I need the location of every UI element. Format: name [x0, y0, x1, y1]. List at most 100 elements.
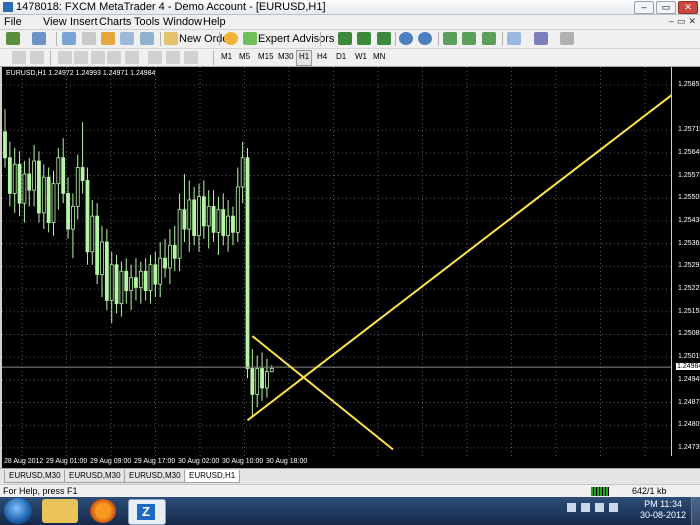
candle-body: [90, 215, 95, 253]
timeframe-mn[interactable]: MN: [371, 50, 387, 64]
window-title-bar[interactable]: 1478018: FXCM MetaTrader 4 - Demo Accoun…: [0, 0, 700, 15]
tray-volume-icon[interactable]: [609, 503, 618, 512]
menu-view[interactable]: View: [43, 16, 67, 28]
line-chart-icon[interactable]: [377, 32, 391, 45]
show-desktop-button[interactable]: [691, 497, 700, 525]
tile-windows-icon[interactable]: [443, 32, 457, 45]
trendline-icon[interactable]: [91, 51, 105, 64]
indicators-icon[interactable]: [507, 32, 521, 45]
tray-flag-icon[interactable]: [581, 503, 590, 512]
timeframe-m15[interactable]: M15: [256, 50, 276, 64]
text-icon[interactable]: [148, 51, 162, 64]
timeframe-m1[interactable]: M1: [219, 50, 234, 64]
timeframe-w1[interactable]: W1: [353, 50, 369, 64]
candle-body: [124, 270, 129, 292]
candle-body: [260, 368, 264, 389]
menu-file[interactable]: File: [4, 16, 22, 28]
candle-body: [61, 157, 66, 194]
tab-eurusd-h1[interactable]: EURUSD,H1: [184, 470, 241, 483]
zoom-in-icon[interactable]: [399, 32, 413, 45]
close-button[interactable]: ✕: [678, 1, 698, 14]
taskbar: Z PM 11:34 30-08-2012: [0, 497, 700, 525]
minimize-button[interactable]: –: [634, 1, 654, 14]
timeframe-m5[interactable]: M5: [237, 50, 252, 64]
candle-body: [158, 257, 163, 285]
text-label-icon[interactable]: [166, 51, 180, 64]
candle-body: [109, 264, 114, 301]
auto-scroll-icon[interactable]: [482, 32, 496, 45]
price-tick-label: 1.25575: [678, 171, 700, 179]
navigator-icon[interactable]: [101, 32, 115, 45]
expert-advisors-icon[interactable]: [243, 32, 257, 45]
new-order-icon[interactable]: [164, 32, 178, 45]
expert-advisors-button[interactable]: Expert Advisors: [258, 32, 334, 46]
doc-close-icon[interactable]: ✕: [688, 16, 696, 27]
timeframe-m30[interactable]: M30: [276, 50, 296, 64]
clock-time: PM 11:34: [644, 499, 682, 509]
price-tick-label: 1.24805: [678, 421, 700, 429]
candle-body: [46, 176, 51, 224]
timeframe-h1[interactable]: H1: [296, 50, 313, 66]
time-tick-label: 29 Aug 01:00: [46, 458, 88, 465]
menu-help[interactable]: Help: [203, 16, 226, 28]
candle-body: [269, 368, 274, 373]
crosshair-icon[interactable]: [30, 51, 44, 64]
templates-icon[interactable]: [560, 32, 574, 45]
timeframe-d1[interactable]: D1: [334, 50, 348, 64]
time-tick-label: 30 Aug 02:00: [178, 458, 220, 465]
price-tick-label: 1.25295: [678, 262, 700, 270]
new-chart-icon[interactable]: [6, 32, 20, 45]
doc-minimize-icon[interactable]: –: [669, 16, 674, 27]
price-axis: 1.25855 1.25715 1.25645 1.25575 1.25505 1.254…: [671, 67, 700, 456]
market-watch-icon[interactable]: [62, 32, 76, 45]
candle-body: [80, 167, 85, 181]
chart-ohlc-header: EURUSD,H1 1.24972 1.24993 1.24971 1.2498…: [6, 70, 156, 77]
bar-chart-icon[interactable]: [338, 32, 352, 45]
fibonacci-icon[interactable]: [125, 51, 139, 64]
status-bar: For Help, press F1 642/1 kb: [0, 484, 700, 498]
profiles-icon[interactable]: [32, 32, 46, 45]
menu-window[interactable]: Window: [163, 16, 202, 28]
candle-body: [240, 157, 245, 188]
candlestick-plot[interactable]: [2, 67, 671, 456]
strategy-tester-icon[interactable]: [140, 32, 154, 45]
tray-arrow-icon[interactable]: [567, 503, 576, 512]
firefox-taskbar-icon[interactable]: [90, 499, 116, 523]
vertical-line-icon[interactable]: [58, 51, 72, 64]
candle-body: [3, 131, 7, 159]
price-tick-label: 1.24735: [678, 443, 700, 451]
maximize-button[interactable]: ▭: [656, 1, 676, 14]
candle-body: [250, 368, 255, 395]
timeframe-h4[interactable]: H4: [315, 50, 329, 64]
standard-toolbar: New Order Expert Advisors: [0, 30, 700, 49]
periods-icon[interactable]: [534, 32, 548, 45]
price-tick-label: 1.25225: [678, 285, 700, 293]
explorer-taskbar-icon[interactable]: [42, 499, 78, 523]
time-tick-label: 29 Aug 17:00: [134, 458, 176, 465]
chart-shift-icon[interactable]: [462, 32, 476, 45]
metatrader-taskbar-icon[interactable]: Z: [128, 499, 166, 525]
menu-tools[interactable]: Tools: [134, 16, 160, 28]
taskbar-clock[interactable]: PM 11:34 30-08-2012: [640, 499, 686, 521]
start-button[interactable]: [4, 498, 32, 524]
terminal-icon[interactable]: [120, 32, 134, 45]
zoom-out-icon[interactable]: [418, 32, 432, 45]
candle-body: [66, 193, 70, 230]
tab-eurusd-m30-3[interactable]: EURUSD,M30: [124, 470, 186, 483]
menu-insert[interactable]: Insert: [70, 16, 98, 28]
tab-eurusd-m30-2[interactable]: EURUSD,M30: [64, 470, 126, 483]
cursor-icon[interactable]: [12, 51, 26, 64]
drawing-toolbar: M1 M5 M15 M30 H1 H4 D1 W1 MN: [0, 49, 700, 67]
doc-restore-icon[interactable]: ▭: [677, 16, 686, 27]
candle-body: [231, 215, 235, 233]
candlestick-icon[interactable]: [357, 32, 371, 45]
tab-eurusd-m30-1[interactable]: EURUSD,M30: [4, 470, 66, 483]
menu-charts[interactable]: Charts: [99, 16, 131, 28]
price-chart[interactable]: EURUSD,H1 1.24972 1.24993 1.24971 1.2498…: [2, 67, 671, 456]
equidistant-channel-icon[interactable]: [107, 51, 121, 64]
data-window-icon[interactable]: [82, 32, 96, 45]
tray-network-icon[interactable]: [595, 503, 604, 512]
horizontal-line-icon[interactable]: [74, 51, 88, 64]
arrows-icon[interactable]: [184, 51, 198, 64]
metaeditor-icon[interactable]: [224, 32, 238, 45]
